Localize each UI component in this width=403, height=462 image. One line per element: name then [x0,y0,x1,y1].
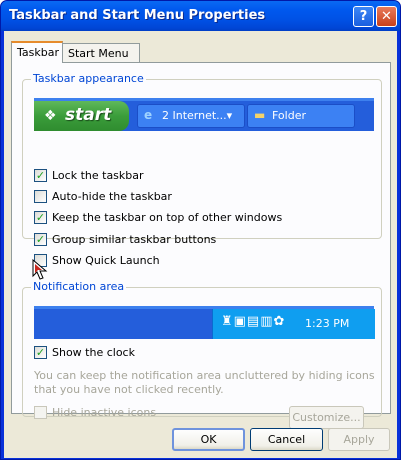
checkbox-checked[interactable]: ✓ [34,169,47,182]
dialog-window: Taskbar and Start Menu Properties ? ✕ Ta… [0,0,401,460]
dialog-client: Taskbar Start Menu Taskbar appearance ❖ … [4,31,397,458]
help-button[interactable]: ? [353,6,374,27]
start-button-preview: ❖ start [34,101,129,131]
checkbox-checked[interactable]: ✓ [34,211,47,224]
tab-taskbar[interactable]: Taskbar [11,41,63,63]
tray-clock: 1:23 PM [305,317,350,330]
group-legend: Notification area [31,280,127,293]
checkbox-checked[interactable]: ✓ [34,233,47,246]
checkbox-label: Auto-hide the taskbar [52,190,172,203]
close-button[interactable]: ✕ [376,6,397,27]
taskbar-item-label: Folder [272,109,306,122]
checkbox-label: Show Quick Launch [52,254,160,267]
windows-flag-icon: ❖ [44,108,57,124]
checkbox-label: Show the clock [52,346,135,359]
folder-icon: ▬ [254,108,266,122]
tab-panel-taskbar: Taskbar appearance ❖ start e 2 Internet.… [11,62,391,429]
tab-label: Start Menu [68,47,129,60]
checkbox-label: Lock the taskbar [52,169,144,182]
group-legend: Taskbar appearance [31,72,146,85]
checkbox-unchecked[interactable] [34,406,47,419]
checkbox-label: Group similar taskbar buttons [52,233,217,246]
taskbar-preview: ❖ start e 2 Internet...▾ ▬ Folder [34,98,374,131]
checkbox-unchecked[interactable] [34,190,47,203]
window-title: Taskbar and Start Menu Properties [9,8,266,23]
checkbox-checked[interactable]: ✓ [34,346,47,359]
notification-tray: ♜▣▤▥✿ 1:23 PM [212,309,375,339]
notification-hint: You can keep the notification area unclu… [34,369,375,396]
taskbar-item-folder: ▬ Folder [247,104,355,128]
tray-preview: ♜▣▤▥✿ 1:23 PM [34,306,375,339]
ie-icon: e [144,108,153,122]
cancel-button[interactable]: Cancel [250,428,323,451]
apply-button[interactable]: Apply [328,428,390,451]
mouse-cursor-icon [32,259,48,280]
title-bar[interactable]: Taskbar and Start Menu Properties ? ✕ [1,1,400,31]
taskbar-item-label: 2 Internet...▾ [162,109,233,122]
tray-icons: ♜▣▤▥✿ [221,314,286,329]
ok-button[interactable]: OK [172,428,245,451]
start-label: start [65,105,112,125]
tab-start-menu[interactable]: Start Menu [62,43,140,63]
tab-label: Taskbar [17,46,59,59]
customize-button[interactable]: Customize... [289,406,364,429]
checkbox-label: Hide inactive icons [52,406,157,419]
checkbox-label: Keep the taskbar on top of other windows [52,211,283,224]
taskbar-item-internet: e 2 Internet...▾ [137,104,245,128]
